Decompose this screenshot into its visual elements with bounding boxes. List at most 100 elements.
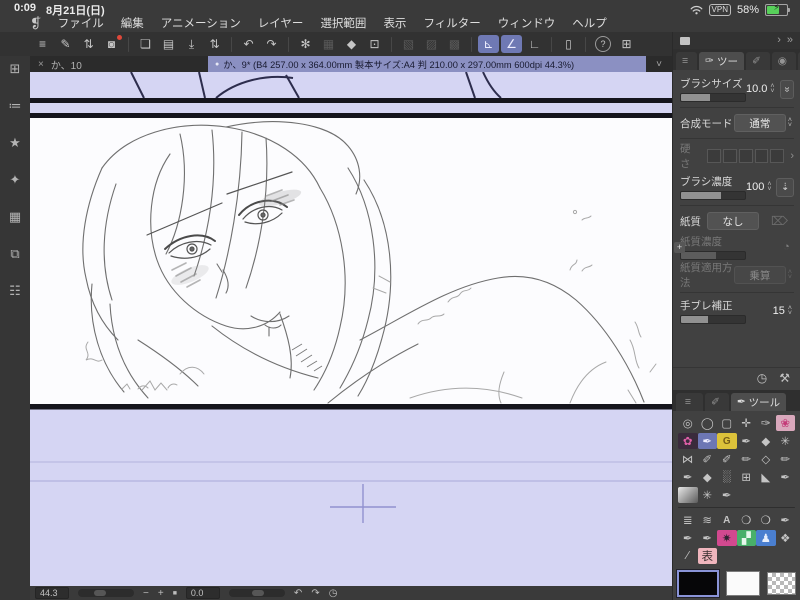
new-canvas-icon[interactable]: ❏ [135, 35, 156, 53]
paper-texture-button[interactable]: なし [707, 212, 760, 230]
tab-tool[interactable]: ✒ ツール [730, 393, 787, 411]
airbrush-tool[interactable]: ░ [717, 469, 737, 485]
selection-expand-icon[interactable]: ▨ [421, 35, 442, 53]
reselect-icon[interactable]: ▦ [318, 35, 339, 53]
text-tool[interactable]: A [717, 512, 737, 528]
deselect-icon[interactable]: ✻ [295, 35, 316, 53]
fit-screen-icon[interactable]: ■ [173, 590, 177, 597]
rotation-value[interactable]: 0.0 [185, 587, 220, 599]
expand-plus-icon[interactable]: + [674, 242, 685, 253]
balloon-pen-tool[interactable]: ✒ [776, 512, 796, 528]
hardness-expand-icon[interactable]: › [790, 150, 794, 162]
workspace-icon[interactable]: ⊞ [6, 61, 24, 77]
toolbar-button[interactable] [471, 36, 472, 52]
tab-collapse-icon[interactable]: ˅ [646, 56, 672, 72]
panel-scrollbar[interactable] [680, 36, 690, 45]
delete-texture-icon[interactable]: ⌦ [765, 213, 794, 229]
gradient-tool[interactable] [678, 487, 698, 503]
save-icon[interactable]: ⤓ [181, 35, 202, 53]
add-canvas-icon[interactable]: ⊞ [616, 35, 637, 53]
toolbar-button[interactable] [585, 36, 586, 52]
mapping-pen-tool[interactable]: ✒ [678, 469, 698, 485]
transparent-color-swatch[interactable] [766, 572, 796, 595]
fude-pen-tool[interactable]: ✒ [737, 433, 757, 449]
selection-tool-icon[interactable]: ▧ [398, 35, 419, 53]
zoom-slider[interactable] [78, 589, 134, 597]
history-icon[interactable]: ◷ [757, 371, 767, 385]
blend-tool[interactable]: ✒ [717, 487, 737, 503]
hardness-step[interactable] [770, 149, 785, 163]
save-options-icon[interactable]: ⇅ [204, 35, 225, 53]
operation-tool[interactable]: ◎ [678, 415, 698, 431]
blend-mode-stepper[interactable] [788, 118, 792, 128]
lasso-tool[interactable]: ◯ [698, 415, 718, 431]
rotation-slider[interactable] [228, 589, 285, 597]
balloon-tool-2[interactable]: ❍ [756, 512, 776, 528]
menu-edit[interactable]: 編集 [121, 18, 144, 30]
move-tool[interactable]: ✛ [737, 415, 757, 431]
main-menu-icon[interactable]: ≡ [32, 35, 53, 53]
tone-mesh-tool[interactable]: ❖ [776, 530, 796, 546]
main-color-swatch[interactable] [675, 569, 721, 598]
sparkle-tool[interactable]: ✳ [698, 487, 718, 503]
decoration-tool-3[interactable]: ✷ [717, 530, 737, 546]
zoom-out-icon[interactable]: − [143, 588, 149, 599]
blend-mode-dropdown[interactable]: 通常 [733, 114, 786, 132]
undo-icon[interactable]: ↶ [238, 35, 259, 53]
redo-icon[interactable]: ↷ [261, 35, 282, 53]
menu-file[interactable]: ファイル [58, 18, 104, 30]
menu-filter[interactable]: フィルター [423, 18, 480, 30]
pen-tool[interactable]: ✒ [697, 433, 717, 449]
color-set-icon[interactable]: ✦ [6, 172, 24, 188]
ribbon-tool[interactable]: ⋈ [678, 451, 698, 467]
wrench-icon[interactable]: ⚒ [779, 371, 790, 385]
stabilization-value[interactable]: 15 [773, 305, 785, 317]
brush-density-stepper[interactable] [767, 182, 771, 192]
marker-tool[interactable]: ✏ [737, 451, 757, 467]
material-stamp-tool[interactable]: ▞ [736, 530, 756, 546]
tab-close-icon[interactable]: × [38, 59, 44, 70]
texture-method-stepper[interactable] [788, 270, 792, 280]
subtool-detail-icon[interactable]: ▦ [6, 209, 24, 225]
brush-density-value[interactable]: 100 [746, 181, 764, 193]
texture-density-slider[interactable] [680, 251, 746, 260]
rotate-cw-icon[interactable]: ↷ [311, 588, 319, 599]
menu-selection[interactable]: 選択範囲 [320, 18, 366, 30]
canvas-tab-active[interactable]: ● か、9* (B4 257.00 x 364.00mm 製本サイズ:A4 判 … [208, 56, 646, 72]
hard-eraser-tool[interactable]: ◆ [756, 433, 776, 449]
brush-size-slider[interactable] [680, 93, 746, 102]
multi-eraser-tool[interactable]: ✳ [776, 433, 796, 449]
brush-size-value[interactable]: 10.0 [746, 83, 767, 95]
menu-window[interactable]: ウィンドウ [498, 18, 556, 30]
canvas-tab-inactive[interactable]: × か、10 [30, 56, 208, 72]
companion-mode-icon[interactable]: ▯ [558, 35, 579, 53]
sub-color-swatch[interactable] [726, 571, 760, 596]
hardness-step[interactable] [722, 149, 737, 163]
snap-ruler-icon[interactable]: ⊾ [478, 35, 499, 53]
hardness-step[interactable] [706, 149, 721, 163]
g-pen-tool[interactable]: G [717, 433, 737, 449]
fill-tool[interactable]: ◆ [698, 469, 718, 485]
tab-subtool[interactable]: ✐ [705, 393, 729, 411]
brush-size-stepper[interactable] [770, 84, 774, 94]
brush-tool-2[interactable]: ✐ [717, 451, 737, 467]
toolbar-button[interactable] [551, 36, 552, 52]
menu-view[interactable]: 表示 [383, 18, 406, 30]
clip-studio-app-icon[interactable]: ◙ [101, 35, 122, 53]
figure-ruler-tool[interactable]: ◣ [756, 469, 776, 485]
stream-line-tool[interactable]: ≣ [678, 512, 698, 528]
help-icon[interactable]: ? [595, 36, 611, 52]
layer-property-icon[interactable]: ⧉ [6, 246, 24, 262]
saturated-line-tool[interactable]: ≋ [698, 512, 718, 528]
toolbar-button[interactable] [288, 36, 289, 52]
crop-icon[interactable]: ⊡ [364, 35, 385, 53]
snap-special-ruler-icon[interactable]: ∠ [501, 35, 522, 53]
subtool-list-icon[interactable]: ≔ [6, 98, 24, 114]
menu-layer[interactable]: レイヤー [258, 18, 304, 30]
open-file-icon[interactable]: ▤ [158, 35, 179, 53]
layers-icon[interactable]: ☷ [6, 283, 24, 299]
hardness-step[interactable] [738, 149, 753, 163]
toolbar-button[interactable] [128, 36, 129, 52]
selection-launcher-icon[interactable]: ▩ [444, 35, 465, 53]
density-dynamics-button[interactable]: ⇣ [776, 177, 794, 197]
